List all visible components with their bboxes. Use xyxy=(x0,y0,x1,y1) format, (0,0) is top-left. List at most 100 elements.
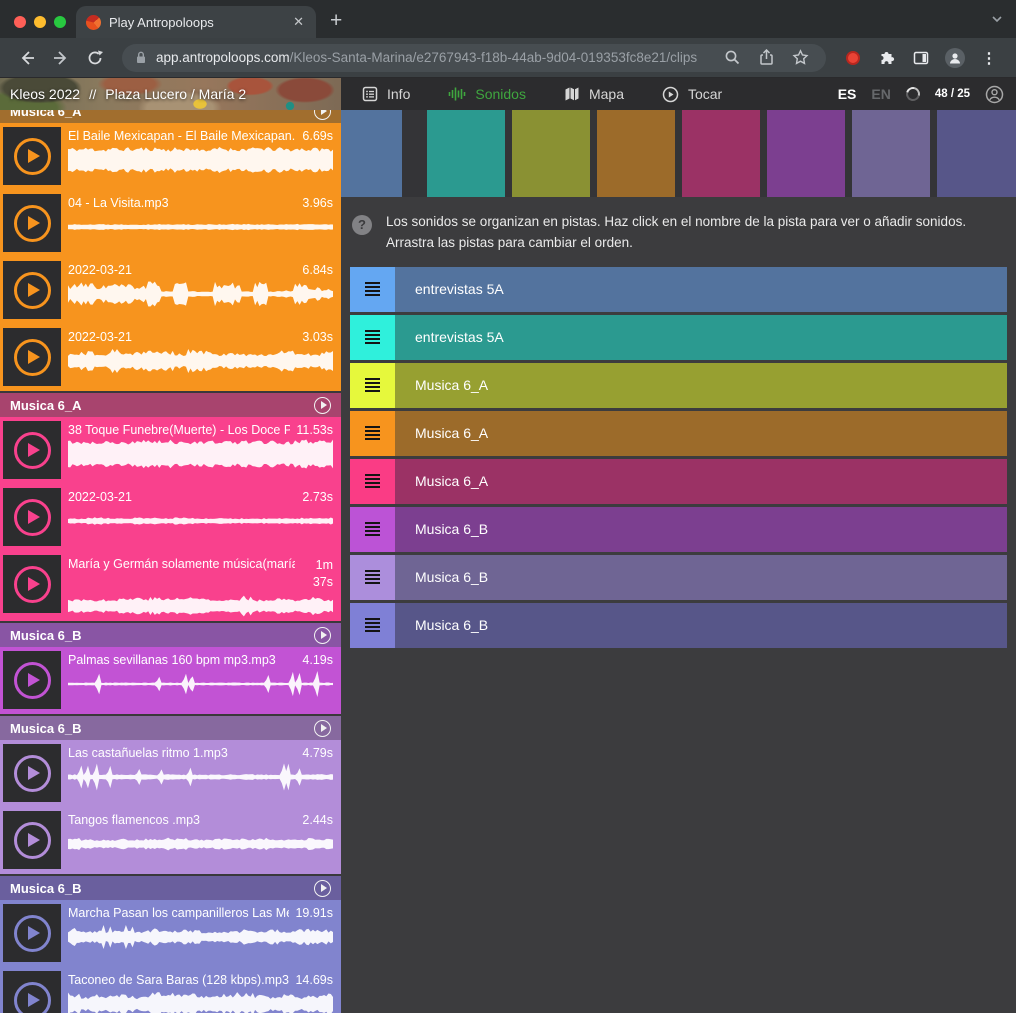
track-row[interactable]: Musica 6_B xyxy=(350,507,1007,552)
tab-close-icon[interactable]: ✕ xyxy=(291,14,306,30)
clip-play-button[interactable] xyxy=(3,651,61,709)
clip-row[interactable]: María y Germán solamente música(maría 2.… xyxy=(0,551,341,621)
section-play-icon[interactable] xyxy=(314,110,331,120)
profile-avatar[interactable] xyxy=(945,48,965,68)
clip-play-button[interactable] xyxy=(3,261,61,319)
tab-search-chevron-icon[interactable] xyxy=(990,12,1004,26)
new-tab-button[interactable]: + xyxy=(330,8,342,34)
waveform[interactable] xyxy=(68,346,333,376)
clip-row[interactable]: Tangos flamencos .mp32.44s xyxy=(0,807,341,874)
share-icon[interactable] xyxy=(756,48,776,68)
track-row[interactable]: Musica 6_B xyxy=(350,603,1007,648)
waveform[interactable] xyxy=(68,829,333,859)
waveform[interactable] xyxy=(68,762,333,792)
waveform[interactable] xyxy=(68,506,333,536)
track-swatch[interactable] xyxy=(682,110,760,197)
waveform[interactable] xyxy=(68,989,333,1013)
clip-row[interactable]: 2022-03-212.73s xyxy=(0,484,341,551)
forward-button[interactable] xyxy=(51,48,71,68)
clip-row[interactable]: Marcha Pasan los campanilleros Las Mejor… xyxy=(0,900,341,967)
breadcrumb-project[interactable]: Kleos 2022 xyxy=(10,86,80,102)
drag-handle[interactable] xyxy=(350,411,395,456)
drag-handle[interactable] xyxy=(350,555,395,600)
browser-menu-icon[interactable]: ⋮ xyxy=(979,48,999,68)
section-play-icon[interactable] xyxy=(314,720,331,737)
clip-play-button[interactable] xyxy=(3,194,61,252)
lang-en-button[interactable]: EN xyxy=(871,86,890,102)
waveform[interactable] xyxy=(68,279,333,309)
track-row[interactable]: Musica 6_A xyxy=(350,363,1007,408)
clip-play-button[interactable] xyxy=(3,744,61,802)
track-section-header[interactable]: Musica 6_B xyxy=(0,716,341,740)
track-row[interactable]: Musica 6_B xyxy=(350,555,1007,600)
extensions-puzzle-icon[interactable] xyxy=(877,48,897,68)
clip-play-button[interactable] xyxy=(3,555,61,613)
clip-play-button[interactable] xyxy=(3,488,61,546)
window-controls xyxy=(14,16,66,28)
waveform[interactable] xyxy=(68,145,333,175)
lang-es-button[interactable]: ES xyxy=(838,86,857,102)
clip-row[interactable]: Palmas sevillanas 160 bpm mp3.mp34.19s xyxy=(0,647,341,714)
maximize-window-button[interactable] xyxy=(54,16,66,28)
track-row[interactable]: Musica 6_A xyxy=(350,459,1007,504)
back-button[interactable] xyxy=(17,48,37,68)
tab-mapa[interactable]: Mapa xyxy=(564,86,624,102)
clip-row[interactable]: Las castañuelas ritmo 1.mp34.79s xyxy=(0,740,341,807)
track-section-header[interactable]: Musica 6_A xyxy=(0,393,341,417)
track-swatch[interactable] xyxy=(852,110,930,197)
drag-handle[interactable] xyxy=(350,603,395,648)
waveform[interactable] xyxy=(68,212,333,242)
clip-row[interactable]: Taconeo de Sara Baras (128 kbps).mp314.6… xyxy=(0,967,341,1013)
track-section-header[interactable]: Musica 6_B xyxy=(0,876,341,900)
track-section-header[interactable]: Musica 6_B xyxy=(0,623,341,647)
waveform[interactable] xyxy=(68,591,333,621)
clip-play-button[interactable] xyxy=(3,421,61,479)
track-row[interactable]: entrevistas 5A xyxy=(350,267,1007,312)
minimize-window-button[interactable] xyxy=(34,16,46,28)
waveform[interactable] xyxy=(68,922,333,952)
track-section-label: Musica 6_B xyxy=(10,628,82,643)
track-swatch[interactable] xyxy=(341,110,402,197)
track-section-header[interactable]: Musica 6_A xyxy=(0,110,341,123)
tab-tocar[interactable]: Tocar xyxy=(662,86,722,103)
clip-row[interactable]: 38 Toque Funebre(Muerte) - Los Doce Par.… xyxy=(0,417,341,484)
track-swatch[interactable] xyxy=(427,110,505,197)
tab-info[interactable]: Info xyxy=(362,86,410,102)
url-bar[interactable]: app.antropoloops.com/Kleos-Santa-Marina/… xyxy=(122,44,826,72)
section-play-icon[interactable] xyxy=(314,627,331,644)
browser-tab[interactable]: Play Antropoloops ✕ xyxy=(76,6,316,38)
track-swatch[interactable] xyxy=(512,110,590,197)
clip-play-button[interactable] xyxy=(3,904,61,962)
section-play-icon[interactable] xyxy=(314,880,331,897)
clip-row[interactable]: 2022-03-213.03s xyxy=(0,324,341,391)
bookmark-star-icon[interactable] xyxy=(790,48,810,68)
drag-handle[interactable] xyxy=(350,507,395,552)
side-panel-icon[interactable] xyxy=(911,48,931,68)
waveform[interactable] xyxy=(68,439,333,469)
track-swatch[interactable] xyxy=(767,110,845,197)
track-row[interactable]: entrevistas 5A xyxy=(350,315,1007,360)
clip-play-button[interactable] xyxy=(3,328,61,386)
tab-sonidos[interactable]: Sonidos xyxy=(448,86,526,102)
clip-row[interactable]: 04 - La Visita.mp33.96s xyxy=(0,190,341,257)
close-window-button[interactable] xyxy=(14,16,26,28)
waveform[interactable] xyxy=(68,669,333,699)
track-swatch[interactable] xyxy=(937,110,1016,197)
clip-row[interactable]: 2022-03-216.84s xyxy=(0,257,341,324)
drag-handle[interactable] xyxy=(350,267,395,312)
clip-play-button[interactable] xyxy=(3,127,61,185)
clip-row[interactable]: El Baile Mexicapan - El Baile Mexicapan.… xyxy=(0,123,341,190)
track-swatch[interactable] xyxy=(597,110,675,197)
reload-button[interactable] xyxy=(85,48,105,68)
section-play-icon[interactable] xyxy=(314,397,331,414)
clip-play-button[interactable] xyxy=(3,971,61,1013)
drag-handle[interactable] xyxy=(350,363,395,408)
account-icon[interactable] xyxy=(985,85,1004,104)
drag-handle[interactable] xyxy=(350,459,395,504)
recording-extension-icon[interactable] xyxy=(843,48,863,68)
clip-play-button[interactable] xyxy=(3,811,61,869)
clip-name: Palmas sevillanas 160 bpm mp3.mp3 xyxy=(68,653,296,667)
zoom-icon[interactable] xyxy=(722,48,742,68)
track-row[interactable]: Musica 6_A xyxy=(350,411,1007,456)
drag-handle[interactable] xyxy=(350,315,395,360)
